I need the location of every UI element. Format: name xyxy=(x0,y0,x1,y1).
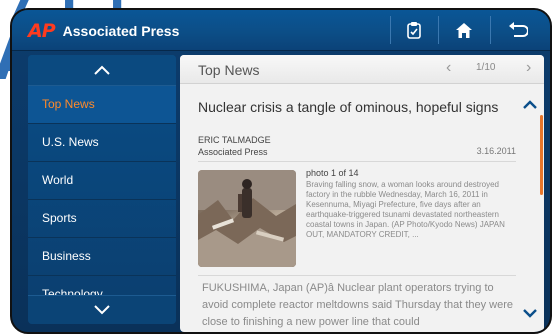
divider xyxy=(198,275,516,276)
article-header-bar: Top News ‹ 1/10 › xyxy=(180,55,544,84)
article-panel: Top News ‹ 1/10 › Nuclear crisis a tangl… xyxy=(180,55,544,332)
next-article-button[interactable]: › xyxy=(526,59,531,77)
article-pager: 1/10 xyxy=(476,62,496,73)
article-photo[interactable] xyxy=(198,170,296,267)
toolbar-separator xyxy=(490,16,491,44)
clipboard-button[interactable] xyxy=(396,18,432,42)
sidebar-item-us-news[interactable]: U.S. News xyxy=(28,124,176,162)
sidebar-item-world[interactable]: World xyxy=(28,162,176,200)
previous-article-button[interactable]: ‹ xyxy=(446,59,451,77)
chevron-down-icon xyxy=(523,309,537,318)
category-sidebar: Top News U.S. News World Sports Business… xyxy=(28,55,176,324)
author-name: ERIC TALMADGE xyxy=(198,135,271,145)
sidebar-item-business[interactable]: Business xyxy=(28,238,176,276)
chevron-down-icon xyxy=(94,305,110,315)
home-button[interactable] xyxy=(446,18,482,42)
clipboard-icon xyxy=(407,22,421,39)
app-window: AP Associated Press Top News U.S. News W… xyxy=(10,8,552,334)
scroll-up-button[interactable] xyxy=(522,97,538,115)
back-button[interactable] xyxy=(500,18,536,42)
agency-name: Associated Press xyxy=(198,147,268,157)
home-icon xyxy=(456,22,472,38)
publish-date: 3.16.2011 xyxy=(476,146,516,156)
scrollbar-thumb[interactable] xyxy=(540,115,543,195)
toolbar-separator xyxy=(390,16,391,44)
photo-caption: Braving falling snow, a woman looks arou… xyxy=(306,180,505,239)
section-title: Top News xyxy=(198,62,260,78)
rubble-photo-image xyxy=(198,170,296,267)
brand: AP Associated Press xyxy=(28,21,179,41)
ap-logo: AP xyxy=(28,20,56,42)
chevron-up-icon xyxy=(523,100,537,109)
sidebar-item-top-news[interactable]: Top News xyxy=(28,86,176,124)
article-body: FUKUSHIMA, Japan (AP)â Nuclear plant ope… xyxy=(202,282,514,328)
scroll-down-button[interactable] xyxy=(522,305,538,323)
article-headline: Nuclear crisis a tangle of ominous, hope… xyxy=(198,99,499,115)
back-icon xyxy=(509,22,528,37)
photo-caption-block: photo 1 of 14 Braving falling snow, a wo… xyxy=(306,168,510,240)
sidebar-item-sports[interactable]: Sports xyxy=(28,200,176,238)
app-title: Associated Press xyxy=(62,23,180,39)
sidebar-scroll-down[interactable] xyxy=(28,295,176,324)
photo-count: photo 1 of 14 xyxy=(306,168,359,178)
chevron-up-icon xyxy=(94,65,110,75)
top-bar: AP Associated Press xyxy=(12,10,550,51)
sidebar-scroll-up[interactable] xyxy=(28,55,176,86)
toolbar-separator xyxy=(438,16,439,44)
byline: ERIC TALMADGE Associated Press 3.16.2011 xyxy=(198,135,516,162)
